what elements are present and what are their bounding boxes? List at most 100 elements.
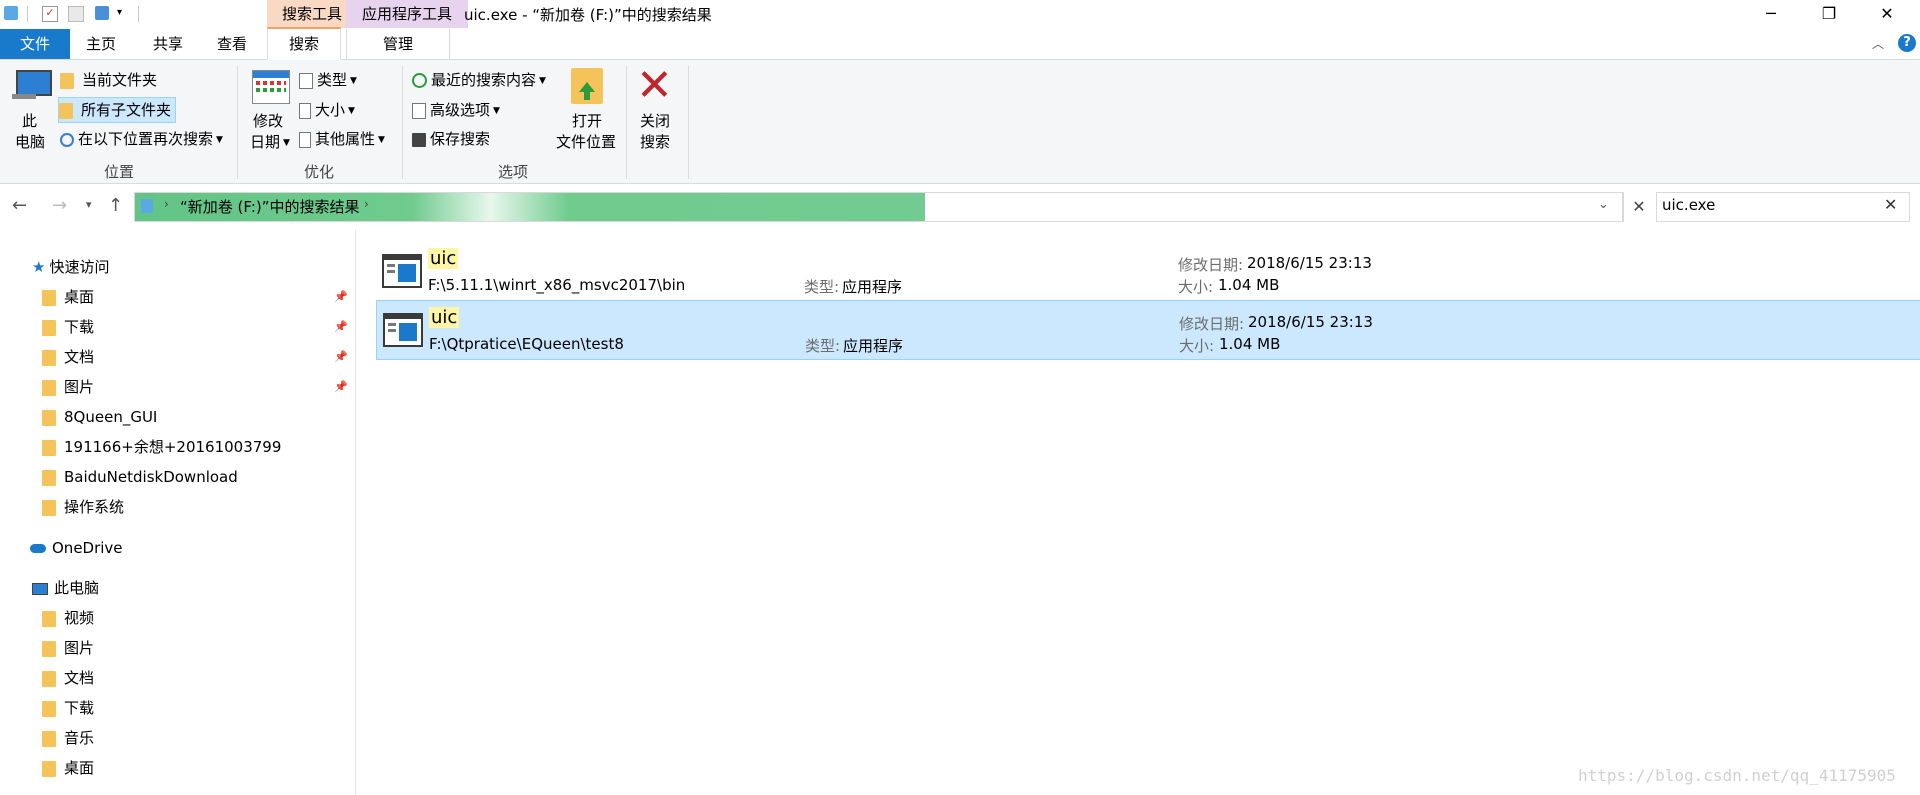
nav-pc-item[interactable]: 下载 [42, 693, 94, 723]
open-file-location-icon[interactable] [571, 68, 603, 104]
breadcrumb-chevron-icon[interactable]: › [164, 197, 169, 211]
customize-toolbar-chevron-icon[interactable]: ▾ [117, 7, 122, 18]
group-label-options: 选项 [498, 163, 529, 181]
nav-quick-item[interactable]: 191166+余想+20161003799 [42, 432, 352, 462]
this-pc-button[interactable] [12, 70, 52, 100]
dropdown-arrow-icon: ▼ [283, 137, 290, 148]
nav-quick-item[interactable]: BaiduNetdiskDownload [42, 462, 352, 492]
nav-quick-item[interactable]: 8Queen_GUI [42, 402, 352, 432]
search-again-button[interactable]: 在以下位置再次搜索 ▼ [60, 127, 223, 151]
recent-searches-button[interactable]: 最近的搜索内容 ▼ [412, 68, 546, 92]
pin-icon[interactable]: 📌 [334, 282, 348, 312]
modified-date-label-2[interactable]: 日期 ▼ [250, 131, 290, 152]
dropdown-arrow-icon: ▼ [493, 105, 500, 116]
nav-quick-item[interactable]: 文档 📌 [42, 342, 352, 372]
folder-icon [42, 469, 56, 486]
nav-pc-item[interactable]: 图片 [42, 633, 94, 663]
nav-quick-item[interactable]: 图片 📌 [42, 372, 352, 402]
tab-manage[interactable]: 管理 [346, 29, 450, 59]
nav-pc-item[interactable]: 音乐 [42, 723, 94, 753]
folder-icon [42, 289, 56, 306]
nav-onedrive[interactable]: OneDrive [30, 533, 123, 563]
stop-search-button[interactable]: ✕ [1622, 192, 1656, 222]
group-separator [237, 66, 238, 179]
minimize-button[interactable]: ─ [1742, 0, 1800, 29]
maximize-button[interactable]: ❐ [1800, 0, 1858, 29]
save-icon [412, 132, 426, 147]
pin-icon[interactable]: 📌 [334, 312, 348, 342]
tab-file[interactable]: 文件 [0, 29, 70, 59]
open-file-location-label-1: 打开 [572, 112, 603, 130]
nav-pc-item[interactable]: 桌面 [42, 753, 94, 783]
modified-date-label-1: 修改 [253, 112, 284, 130]
nav-pc-item-label: 音乐 [64, 729, 95, 747]
properties-icon[interactable]: ✓ [42, 6, 58, 22]
result-row[interactable]: uic F:\Qtpratice\EQueen\test8 类型: 应用程序 修改日期:… [376, 300, 1920, 360]
result-path: F:\5.11.1\winrt_x86_msvc2017\bin [428, 276, 686, 294]
result-type-value: 应用程序 [843, 337, 904, 355]
recent-locations-chevron-icon[interactable]: ▾ [86, 198, 92, 211]
calendar-icon[interactable] [252, 70, 290, 104]
cloud-icon [30, 544, 46, 553]
clear-search-icon[interactable]: ✕ [1884, 195, 1897, 214]
breadcrumb-current[interactable]: “新加卷 (F:)”中的搜索结果 [180, 196, 360, 217]
nav-quick-item[interactable]: 桌面 📌 [42, 282, 352, 312]
all-subfolders-button[interactable]: 所有子文件夹 [58, 97, 177, 123]
nav-this-pc[interactable]: 此电脑 [32, 573, 99, 603]
breadcrumb-chevron-icon[interactable]: › [364, 197, 369, 211]
nav-quick-item[interactable]: 下载 📌 [42, 312, 352, 342]
folder-icon [42, 730, 56, 747]
quick-access-icon[interactable] [95, 6, 109, 20]
folder-icon [42, 640, 56, 657]
advanced-options-button[interactable]: 高级选项 ▼ [412, 98, 500, 122]
pin-icon[interactable]: 📌 [334, 342, 348, 372]
this-pc-label-2: 电脑 [15, 133, 46, 151]
search-input-value: uic.exe [1662, 196, 1716, 214]
forward-arrow-icon[interactable]: → [52, 195, 67, 216]
close-button[interactable]: ✕ [1858, 0, 1916, 29]
save-search-button[interactable]: 保存搜索 [412, 127, 490, 151]
result-size-value: 1.04 MB [1218, 276, 1280, 294]
tab-home[interactable]: 主页 [70, 29, 132, 59]
result-modified-label: 修改日期: [1178, 256, 1244, 274]
nav-quick-access[interactable]: ★ 快速访问 [32, 252, 109, 282]
size-icon [299, 102, 311, 119]
group-separator [402, 66, 403, 179]
advanced-options-label: 高级选项 [430, 101, 491, 119]
up-arrow-icon[interactable]: ↑ [108, 195, 123, 216]
folder-icon [42, 409, 56, 426]
nav-onedrive-label: OneDrive [52, 539, 123, 557]
result-row[interactable]: uic F:\5.11.1\winrt_x86_msvc2017\bin 类型: 应用… [376, 242, 1920, 300]
help-icon[interactable]: ? [1898, 34, 1916, 52]
new-folder-icon[interactable] [68, 6, 84, 22]
folder-icon [42, 700, 56, 717]
nav-this-pc-label: 此电脑 [54, 579, 100, 597]
nav-quick-item-label: 191166+余想+20161003799 [64, 438, 282, 456]
close-search-icon[interactable]: ✕ [636, 64, 673, 108]
all-subfolders-label: 所有子文件夹 [81, 101, 172, 119]
nav-pc-item[interactable]: 文档 [42, 663, 94, 693]
tab-search[interactable]: 搜索 [267, 27, 341, 60]
nav-quick-item[interactable]: 操作系统 [42, 492, 352, 522]
other-properties-button[interactable]: 其他属性 ▼ [299, 127, 385, 151]
tab-share[interactable]: 共享 [136, 29, 200, 59]
nav-quick-item-label: 桌面 [64, 288, 95, 306]
nav-pc-item[interactable]: 视频 [42, 603, 94, 633]
tab-view[interactable]: 查看 [200, 29, 264, 59]
computer-icon [32, 582, 48, 595]
nav-quick-item-label: BaiduNetdiskDownload [64, 468, 238, 486]
current-folder-button[interactable]: 当前文件夹 [60, 68, 157, 92]
result-size-label: 大小: [1179, 337, 1215, 355]
kind-button[interactable]: 类型 ▼ [299, 68, 357, 92]
nav-quick-item-label: 文档 [64, 348, 95, 366]
back-arrow-icon[interactable]: ← [12, 195, 27, 216]
result-name: uic [429, 307, 460, 328]
dropdown-arrow-icon: ▼ [216, 134, 223, 145]
pin-icon[interactable]: 📌 [334, 372, 348, 402]
search-icon [60, 132, 74, 147]
collapse-ribbon-chevron-icon[interactable]: ︿ [1872, 35, 1884, 52]
address-dropdown-chevron-icon[interactable]: ⌄ [1598, 197, 1609, 212]
folder-icon [42, 499, 56, 516]
result-size-label: 大小: [1178, 278, 1214, 296]
size-button[interactable]: 大小 ▼ [299, 98, 355, 122]
